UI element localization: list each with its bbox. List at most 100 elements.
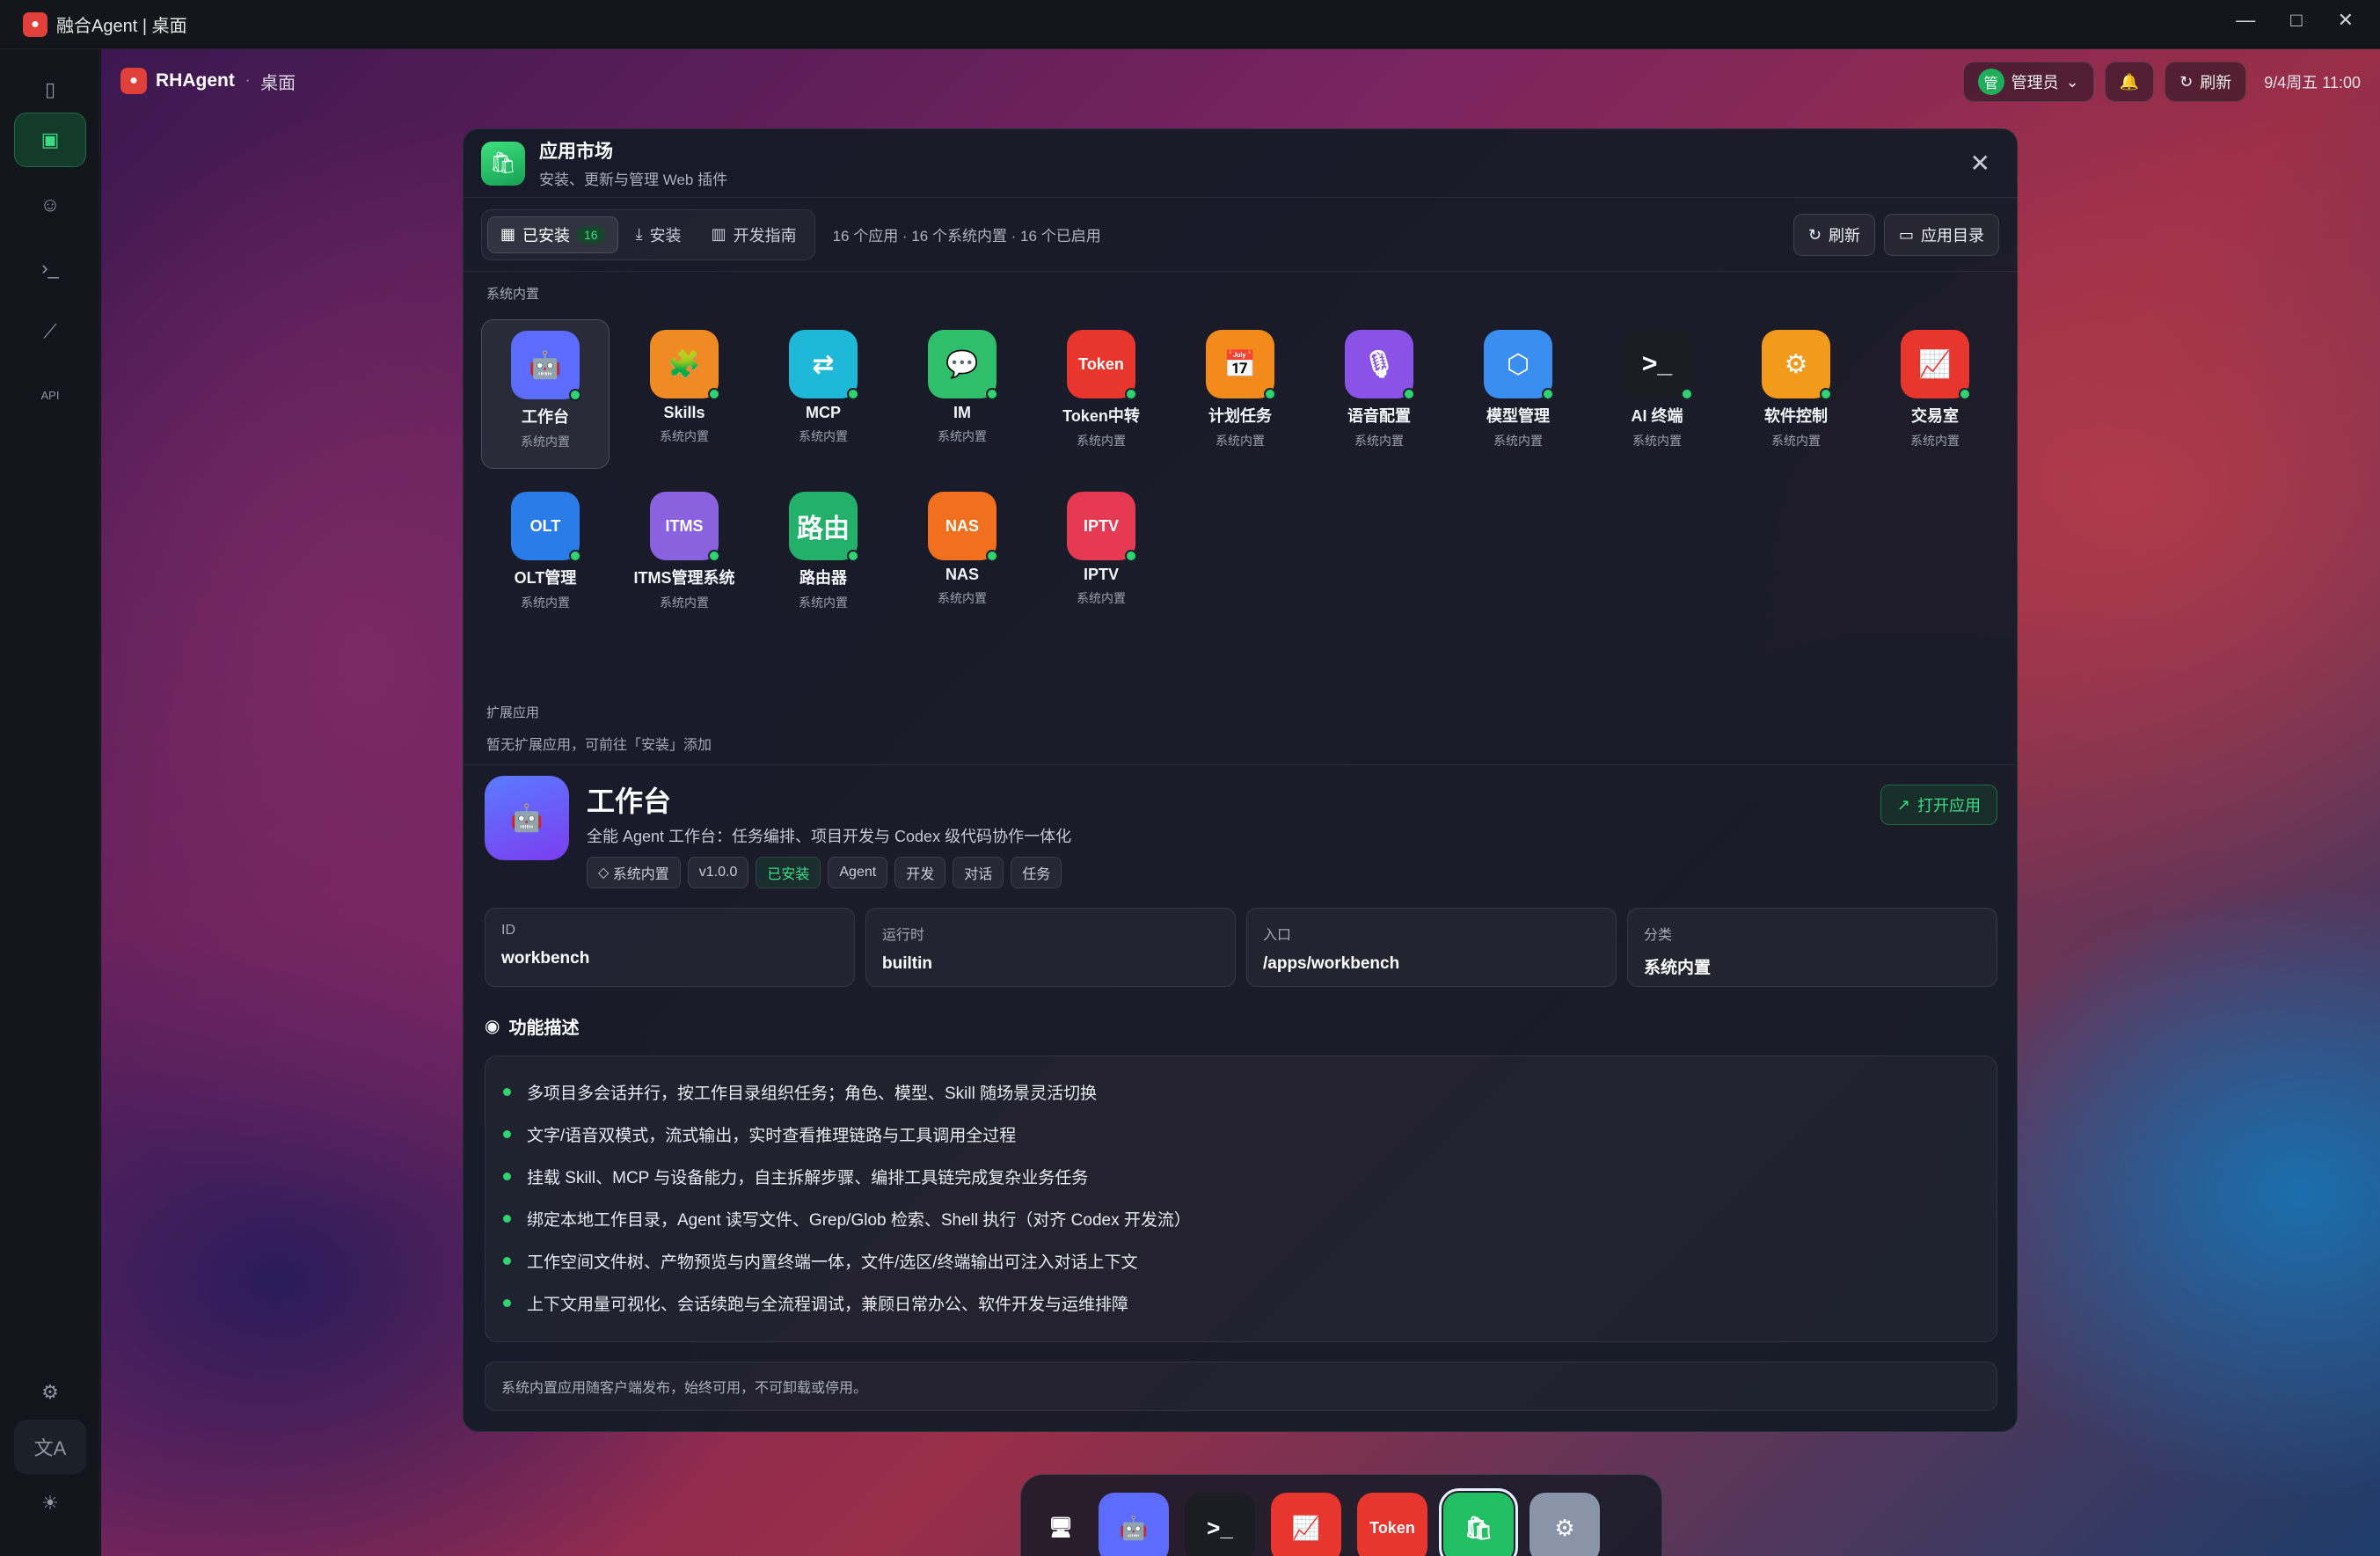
datetime: 9/4周五 11:00 [2264, 74, 2361, 91]
tab-group: ▦ 已安装 16 ⤓ 安装 ▥ 开发指南 [481, 208, 815, 260]
minimize-icon[interactable]: — [2236, 9, 2255, 32]
app-subtitle: 系统内置 [660, 429, 709, 443]
app-subtitle: 系统内置 [1632, 434, 1682, 448]
app-market-panel: 🛍 应用市场 安装、更新与管理 Web 插件 ✕ ▦ 已安装 16 ⤓ 安装 ▥ [463, 128, 2018, 1432]
list-item: 文字/语音双模式，流式输出，实时查看推理链路与工具调用全过程 [503, 1113, 1979, 1155]
app-tile[interactable]: 📅 计划任务 系统内置 [1176, 319, 1304, 469]
app-tile[interactable]: 🧩 Skills 系统内置 [620, 319, 748, 469]
robot-icon[interactable]: ☺ [14, 178, 86, 232]
window-controls: — □ ✕ [2236, 9, 2354, 32]
detail-title: 工作台 [587, 785, 672, 817]
refresh-label: 刷新 [1828, 227, 1860, 245]
app-icon: ⬡ [1484, 330, 1554, 400]
dock-settings-icon[interactable]: ⚙ [1529, 1493, 1600, 1556]
app-tile[interactable]: OLT OLT管理 系统内置 [481, 481, 610, 631]
app-tile[interactable]: 💬 IM 系统内置 [898, 319, 1026, 469]
list-item: 上下文用量可视化、会话续跑与全流程调试，兼顾日常办公、软件开发与运维排障 [503, 1282, 1979, 1324]
refresh-icon: ↻ [1807, 225, 1822, 244]
app-tile[interactable]: 🎙 语音配置 系统内置 [1315, 319, 1443, 469]
close-icon[interactable]: ✕ [1970, 149, 1990, 178]
tag-builtin: ◇ 系统内置 [587, 857, 681, 888]
terminal-icon[interactable]: ›_ [14, 241, 86, 296]
gear-icon[interactable]: ⚙ [14, 1365, 86, 1420]
sun-icon[interactable]: ☀ [14, 1476, 86, 1530]
app-tile[interactable]: IPTV IPTV 系统内置 [1037, 481, 1165, 631]
app-directory-button[interactable]: ▭ 应用目录 [1883, 214, 1999, 256]
dock-desktop-icon[interactable]: 🖥 [1039, 1493, 1083, 1556]
panel-title: 应用市场 [539, 142, 613, 162]
section-extensions: 扩展应用 [486, 705, 540, 720]
app-name: 交易室 [1911, 407, 1959, 425]
top-bar: ● RHAgent · 桌面 管 管理员 ⌄ 🔔 ↻ 刷新 9/4周五 11:0… [101, 49, 2380, 113]
app-icon: ITMS [650, 492, 720, 562]
dock-app-market-icon[interactable]: 🛍 [1439, 1488, 1518, 1556]
tab-installed[interactable]: ▦ 已安装 16 [487, 216, 618, 253]
app-icon: Token [1067, 330, 1137, 400]
detail-cards: ID workbench 运行时 builtin 入口/apps/workbench… [485, 908, 1997, 987]
status-dot [569, 550, 581, 562]
app-subtitle: 系统内置 [521, 435, 570, 449]
app-icon: 📅 [1206, 330, 1276, 400]
breadcrumb-separator: · [245, 73, 251, 88]
app-tile[interactable]: ⚙ 软件控制 系统内置 [1732, 319, 1860, 469]
sidebar-toggle-icon[interactable]: ▯ [14, 69, 86, 111]
app-subtitle: 系统内置 [938, 591, 987, 605]
extensions-empty-text: 暂无扩展应用，可前往「安装」添加 [486, 738, 712, 753]
features-list: 多项目多会话并行，按工作目录组织任务；角色、模型、Skill 随场景灵活切换 文… [485, 1056, 1997, 1342]
app-icon: 📈 [1901, 330, 1971, 400]
app-name: RHAgent [156, 70, 235, 91]
status-dot [1681, 388, 1693, 400]
dock-ai-terminal-icon[interactable]: >_ [1185, 1493, 1255, 1556]
tab-label: 已安装 [522, 226, 571, 245]
open-app-button[interactable]: ↗ 打开应用 [1880, 785, 1997, 825]
tag-installed: 已安装 [756, 857, 821, 888]
app-tile[interactable]: NAS NAS 系统内置 [898, 481, 1026, 631]
desktop-icon[interactable]: ▣ [14, 113, 86, 167]
translate-icon[interactable]: 文A [14, 1420, 86, 1474]
app-icon: >_ [1623, 330, 1693, 400]
app-name: MCP [806, 404, 841, 421]
app-tile[interactable]: ⬡ 模型管理 系统内置 [1454, 319, 1582, 469]
app-name: 计划任务 [1208, 407, 1272, 425]
refresh-button[interactable]: ↻ 刷新 [2165, 62, 2247, 102]
app-subtitle: 系统内置 [1077, 591, 1126, 605]
tab-install[interactable]: ⤓ 安装 [624, 216, 694, 253]
tag-task: 任务 [1011, 857, 1062, 888]
app-name: NAS [945, 566, 979, 583]
dock: 🖥 🤖 >_ 📈 Token 🛍 ⚙ [1020, 1474, 1662, 1556]
dock-trading-icon[interactable]: 📈 [1271, 1493, 1341, 1556]
chart-icon[interactable]: ⟋ [14, 304, 86, 359]
avatar: 管 [1977, 69, 2004, 95]
app-name: IPTV [1083, 566, 1119, 583]
app-subtitle: 系统内置 [799, 595, 848, 610]
detail-description: 全能 Agent 工作台：任务编排、项目开发与 Codex 级代码协作一体化 [587, 828, 1072, 845]
app-icon: 🤖 [511, 331, 581, 401]
close-window-icon[interactable]: ✕ [2338, 9, 2354, 32]
tag-version: v1.0.0 [687, 857, 749, 888]
app-icon: 💬 [928, 330, 998, 400]
maximize-icon[interactable]: □ [2290, 9, 2302, 32]
app-tile[interactable]: 📈 交易室系统内置 [1871, 319, 1999, 469]
api-icon[interactable]: API [14, 368, 86, 422]
app-subtitle: 系统内置 [1910, 434, 1960, 448]
status-dot [708, 388, 720, 400]
status-dot [986, 550, 998, 562]
app-tile[interactable]: ⇄ MCP 系统内置 [759, 319, 887, 469]
app-tile[interactable]: 路由 路由器 系统内置 [759, 481, 887, 631]
panel-refresh-button[interactable]: ↻ 刷新 [1792, 214, 1875, 256]
app-tile[interactable]: 🤖 工作台 系统内置 [481, 319, 610, 469]
dock-token-icon[interactable]: Token [1357, 1493, 1427, 1556]
tab-dev-guide[interactable]: ▥ 开发指南 [699, 216, 809, 253]
dock-workbench-icon[interactable]: 🤖 [1099, 1493, 1169, 1556]
app-tile[interactable]: ITMS ITMS管理系统 系统内置 [620, 481, 748, 631]
app-name: ITMS管理系统 [633, 569, 735, 587]
user-menu[interactable]: 管 管理员 ⌄ [1962, 62, 2094, 102]
notifications-button[interactable]: 🔔 [2104, 62, 2155, 102]
grid-icon: ▦ [500, 225, 516, 243]
app-icon: IPTV [1067, 492, 1137, 562]
app-tile[interactable]: >_ AI 终端 系统内置 [1593, 319, 1721, 469]
app-tile[interactable]: Token Token中转 系统内置 [1037, 319, 1165, 469]
status-dot [1403, 388, 1415, 400]
app-subtitle: 系统内置 [1771, 434, 1821, 448]
card-runtime: 运行时 builtin [865, 908, 1236, 987]
